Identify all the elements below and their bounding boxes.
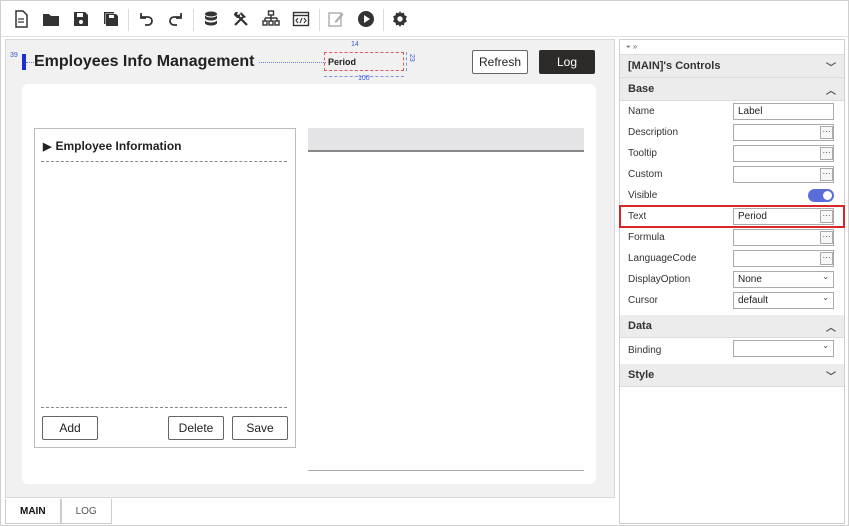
text-field[interactable]: Period ···: [733, 208, 834, 225]
grid-bottom-border: [308, 470, 584, 471]
save-icon[interactable]: [71, 9, 91, 29]
controls-section-header[interactable]: [MAIN]'s Controls ﹀: [620, 55, 844, 78]
title-bar: 39 Employees Info Management 14 Period 2…: [6, 40, 614, 84]
description-field[interactable]: ···: [733, 124, 834, 141]
design-canvas[interactable]: 39 Employees Info Management 14 Period 2…: [5, 39, 615, 498]
chevron-down-icon: ⌄: [822, 272, 829, 281]
employee-info-panel[interactable]: ▶ Employee Information Add Delete Save: [34, 128, 296, 448]
panel-divider-bottom: [41, 407, 287, 408]
dimension-line-right: [406, 52, 407, 71]
prop-row-formula: Formula ···: [620, 227, 844, 248]
open-folder-icon[interactable]: [41, 9, 61, 29]
expand-triangle-icon: ▶: [43, 141, 52, 153]
prop-row-cursor: Cursor default ⌄: [620, 290, 844, 311]
edit-icon[interactable]: [326, 9, 346, 29]
page-title[interactable]: Employees Info Management: [34, 53, 259, 71]
more-options-icon[interactable]: ···: [820, 210, 833, 223]
dimension-bottom: 100: [358, 75, 370, 82]
prop-row-binding: Binding ⌄: [620, 338, 844, 362]
prop-row-languagecode: LanguageCode ···: [620, 248, 844, 269]
new-file-icon[interactable]: [11, 9, 31, 29]
selected-period-label[interactable]: Period: [324, 52, 404, 71]
chevron-down-icon: ⌄: [822, 341, 829, 350]
properties-panel: ⌖ » [MAIN]'s Controls ﹀ Base ︿ Name Label …: [619, 39, 845, 524]
tab-main[interactable]: MAIN: [5, 499, 61, 524]
prop-row-name: Name Label: [620, 101, 844, 122]
title-accent-bar: [22, 54, 26, 70]
undo-icon[interactable]: [136, 9, 156, 29]
more-options-icon[interactable]: ···: [820, 147, 833, 160]
code-view-icon[interactable]: [291, 9, 311, 29]
hierarchy-icon[interactable]: [261, 9, 281, 29]
name-field[interactable]: Label: [733, 103, 834, 120]
settings-gear-icon[interactable]: [390, 9, 410, 29]
formula-field[interactable]: ···: [733, 229, 834, 246]
prop-row-text: Text Period ···: [619, 205, 845, 228]
prop-row-description: Description ···: [620, 122, 844, 143]
save-button[interactable]: Save: [232, 416, 288, 440]
visible-toggle[interactable]: [808, 189, 834, 202]
page-tabs: MAIN LOG: [5, 499, 112, 524]
add-button[interactable]: Add: [42, 416, 98, 440]
panel-pin-bar: ⌖ »: [620, 40, 844, 55]
more-options-icon[interactable]: ···: [820, 231, 833, 244]
displayoption-select[interactable]: None ⌄: [733, 271, 834, 288]
binding-select[interactable]: ⌄: [733, 340, 834, 357]
languagecode-field[interactable]: ···: [733, 250, 834, 267]
prop-row-visible: Visible: [620, 185, 844, 206]
data-section-header[interactable]: Data ︿: [620, 315, 844, 338]
chevron-up-icon: ︿: [826, 322, 836, 334]
grid-header[interactable]: [308, 128, 584, 152]
employee-info-header[interactable]: ▶ Employee Information: [43, 139, 182, 153]
run-icon[interactable]: [356, 9, 376, 29]
redo-icon[interactable]: [166, 9, 186, 29]
tab-log[interactable]: LOG: [60, 499, 112, 524]
save-all-icon[interactable]: [101, 9, 121, 29]
dimension-right: 23: [408, 54, 415, 62]
more-options-icon[interactable]: ···: [820, 126, 833, 139]
base-section-header[interactable]: Base ︿: [620, 78, 844, 101]
log-button[interactable]: Log: [539, 50, 595, 74]
toolbar: [1, 1, 848, 37]
more-options-icon[interactable]: ···: [820, 168, 833, 181]
cursor-select[interactable]: default ⌄: [733, 292, 834, 309]
custom-field[interactable]: ···: [733, 166, 834, 183]
delete-button[interactable]: Delete: [168, 416, 224, 440]
prop-row-custom: Custom ···: [620, 164, 844, 185]
refresh-button[interactable]: Refresh: [472, 50, 528, 74]
content-card: ▶ Employee Information Add Delete Save: [22, 84, 596, 484]
tools-icon[interactable]: [231, 9, 251, 29]
prop-row-displayoption: DisplayOption None ⌄: [620, 269, 844, 290]
database-icon[interactable]: [201, 9, 221, 29]
pin-icon[interactable]: ⌖ »: [626, 42, 637, 52]
chevron-down-icon: ﹀: [826, 62, 836, 74]
chevron-down-icon: ⌄: [822, 293, 829, 302]
prop-row-tooltip: Tooltip ···: [620, 143, 844, 164]
panel-divider-top: [41, 161, 287, 162]
tooltip-field[interactable]: ···: [733, 145, 834, 162]
style-section-header[interactable]: Style ﹀: [620, 364, 844, 387]
more-options-icon[interactable]: ···: [820, 252, 833, 265]
chevron-up-icon: ︿: [826, 85, 836, 97]
chevron-down-icon: ﹀: [826, 371, 836, 383]
coordinate-tag: 39: [10, 52, 18, 59]
dimension-top: 14: [351, 41, 359, 48]
